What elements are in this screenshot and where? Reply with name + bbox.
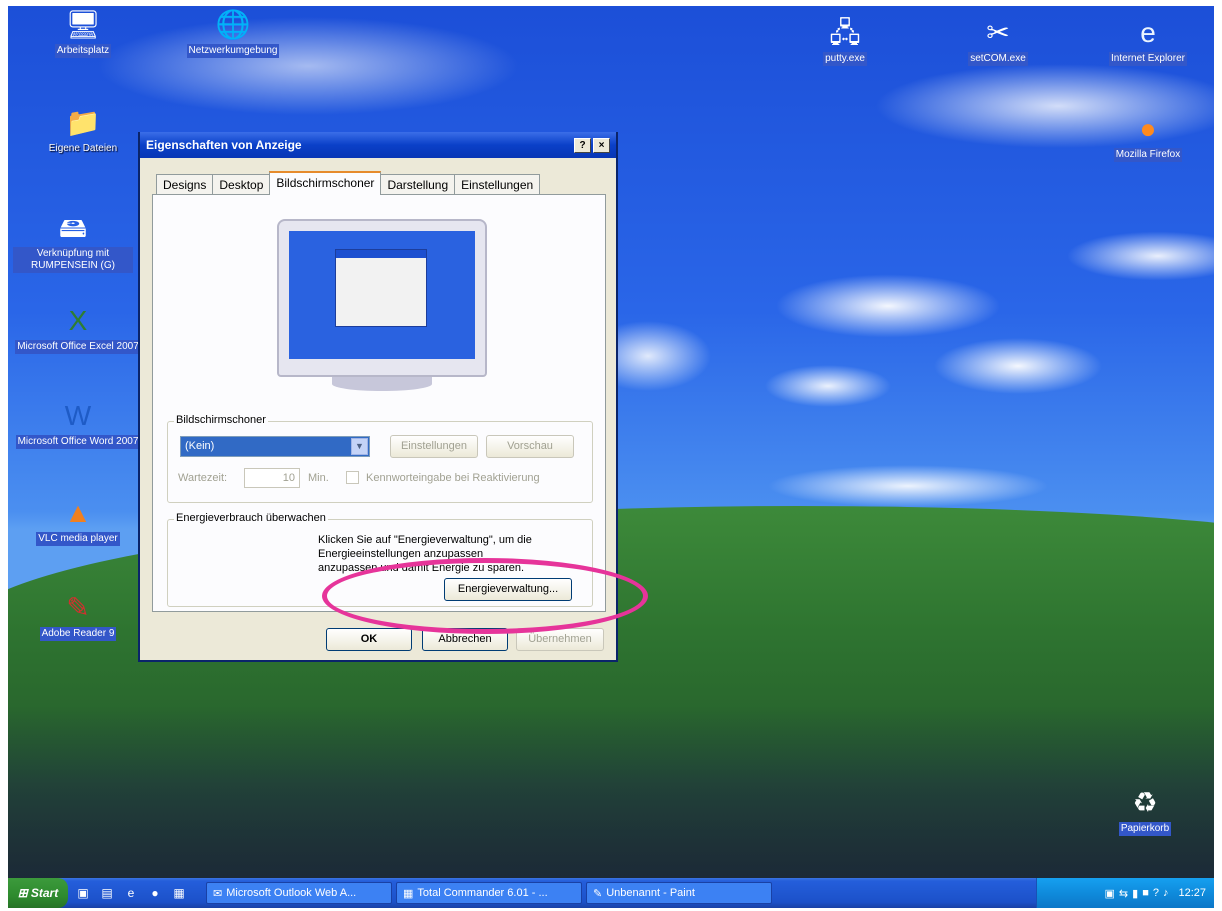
recycle-bin-icon: ♻ <box>1132 787 1158 818</box>
preview-window <box>335 249 427 327</box>
screensaver-select[interactable]: (Kein) ▼ <box>180 436 370 457</box>
word-icon: W <box>64 400 92 431</box>
network-tray-icon[interactable]: ⇆ <box>1119 887 1128 900</box>
desktop-icon-arbeitsplatz[interactable]: 🖥 Arbeitsplatz <box>18 8 148 58</box>
computer-icon: 🖥 <box>65 9 101 40</box>
start-button[interactable]: ⊞ Start <box>8 878 68 908</box>
clock: 12:27 <box>1178 887 1206 899</box>
monitor-bezel <box>277 219 487 377</box>
excel-icon: X <box>68 305 88 336</box>
desktop-icon-vlc[interactable]: ▲ VLC media player <box>13 496 143 546</box>
tab-strip: Designs Desktop Bildschirmschoner Darste… <box>156 171 541 195</box>
speaker-tray-icon[interactable]: ♪ <box>1163 887 1169 899</box>
internet-explorer-quicklaunch-icon[interactable]: e <box>122 884 140 902</box>
show-desktop-icon[interactable]: ▣ <box>74 884 92 902</box>
monitor-preview <box>277 219 487 393</box>
ok-button[interactable]: OK <box>326 628 412 651</box>
firefox-quicklaunch-icon[interactable]: ● <box>146 884 164 902</box>
wait-label: Wartezeit: <box>178 472 228 484</box>
screensaver-group: Bildschirmschoner (Kein) ▼ Einstellungen… <box>167 414 593 503</box>
tab-bildschirmschoner[interactable]: Bildschirmschoner <box>269 171 382 195</box>
wait-time-stepper[interactable]: 10 <box>244 468 300 488</box>
taskbar-item-total-commander[interactable]: ▦ Total Commander 6.01 - ... <box>396 882 582 904</box>
taskbar-item-outlook[interactable]: ✉ Microsoft Outlook Web A... <box>206 882 392 904</box>
antivirus-tray-icon[interactable]: ■ <box>1142 887 1149 899</box>
outlook-icon: ✉ <box>213 887 223 900</box>
monitor-stand <box>332 377 432 391</box>
windows-logo-icon: ⊞ <box>17 886 28 900</box>
desktop-icon-network-drive[interactable]: 🖴 Verknüpfung mit RUMPENSEIN (G) <box>13 211 133 273</box>
tab-desktop[interactable]: Desktop <box>212 174 271 194</box>
monitor-tray-icon[interactable]: ▣ <box>1105 887 1115 900</box>
desktop-icon-setcom[interactable]: ✂ setCOM.exe <box>933 16 1063 66</box>
desktop-icon-papierkorb[interactable]: ♻ Papierkorb <box>1080 786 1210 836</box>
tab-designs[interactable]: Designs <box>156 174 214 194</box>
wallpaper-shadow <box>8 706 1214 878</box>
screensaver-preview-button[interactable]: Vorschau <box>486 435 574 458</box>
desktop-icon-internet-explorer[interactable]: e Internet Explorer <box>1083 16 1213 66</box>
close-button[interactable]: × <box>593 137 610 153</box>
network-icon: 🌐 <box>215 9 251 40</box>
highlight-circle <box>322 558 648 634</box>
explorer-quicklaunch-icon[interactable]: ▤ <box>98 884 116 902</box>
tab-einstellungen[interactable]: Einstellungen <box>454 174 541 194</box>
desktop-icon-firefox[interactable]: ● Mozilla Firefox <box>1083 112 1213 162</box>
adobe-reader-icon: ✎ <box>66 592 90 623</box>
desktop-icon-excel[interactable]: X Microsoft Office Excel 2007 <box>13 304 143 354</box>
desktop-icon-eigene-dateien[interactable]: 📁 Eigene Dateien <box>18 106 148 156</box>
taskbar: ⊞ Start ▣ ▤ e ● ▦ ✉ Microsoft Outlook We… <box>8 878 1214 908</box>
vlc-icon: ▲ <box>64 497 92 528</box>
desktop-icon-putty[interactable]: 🖧 putty.exe <box>780 16 910 66</box>
network-drive-icon: 🖴 <box>58 212 88 243</box>
tab-panel: Bildschirmschoner (Kein) ▼ Einstellungen… <box>152 194 606 612</box>
screensaver-legend: Bildschirmschoner <box>174 414 268 426</box>
screensaver-settings-button[interactable]: Einstellungen <box>390 435 478 458</box>
system-tray: ▣ ⇆ ▮ ■ ? ♪ 12:27 <box>1036 878 1214 908</box>
monitor-screen <box>289 231 475 359</box>
dialog-titlebar[interactable]: Eigenschaften von Anzeige ? × <box>140 132 616 158</box>
preview-window-titlebar <box>336 250 426 258</box>
help-tray-icon[interactable]: ? <box>1153 887 1159 899</box>
minutes-label: Min. <box>308 472 329 484</box>
desktop-icon-word[interactable]: W Microsoft Office Word 2007 <box>13 399 143 449</box>
desktop-icon-netzwerkumgebung[interactable]: 🌐 Netzwerkumgebung <box>168 8 298 58</box>
internet-explorer-icon: e <box>1140 17 1156 48</box>
signal-tray-icon[interactable]: ▮ <box>1132 887 1138 900</box>
dialog-title: Eigenschaften von Anzeige <box>146 138 302 152</box>
password-label: Kennworteingabe bei Reaktivierung <box>366 472 540 484</box>
firefox-icon: ● <box>1139 113 1157 144</box>
password-checkbox[interactable] <box>346 471 359 484</box>
total-commander-icon: ▦ <box>403 887 414 900</box>
energy-text-line1: Klicken Sie auf "Energieverwaltung", um … <box>318 534 532 546</box>
taskbar-item-paint[interactable]: ✎ Unbenannt - Paint <box>586 882 772 904</box>
chevron-down-icon[interactable]: ▼ <box>351 438 368 455</box>
desktop-icon-adobe-reader[interactable]: ✎ Adobe Reader 9 <box>13 591 143 641</box>
help-button[interactable]: ? <box>574 137 591 153</box>
energy-legend: Energieverbrauch überwachen <box>174 512 328 524</box>
tools-icon: ✂ <box>986 17 1010 48</box>
calendar-quicklaunch-icon[interactable]: ▦ <box>170 884 188 902</box>
tab-darstellung[interactable]: Darstellung <box>380 174 456 194</box>
paint-icon: ✎ <box>593 887 603 900</box>
putty-icon: 🖧 <box>829 17 861 48</box>
documents-folder-icon: 📁 <box>65 107 101 138</box>
